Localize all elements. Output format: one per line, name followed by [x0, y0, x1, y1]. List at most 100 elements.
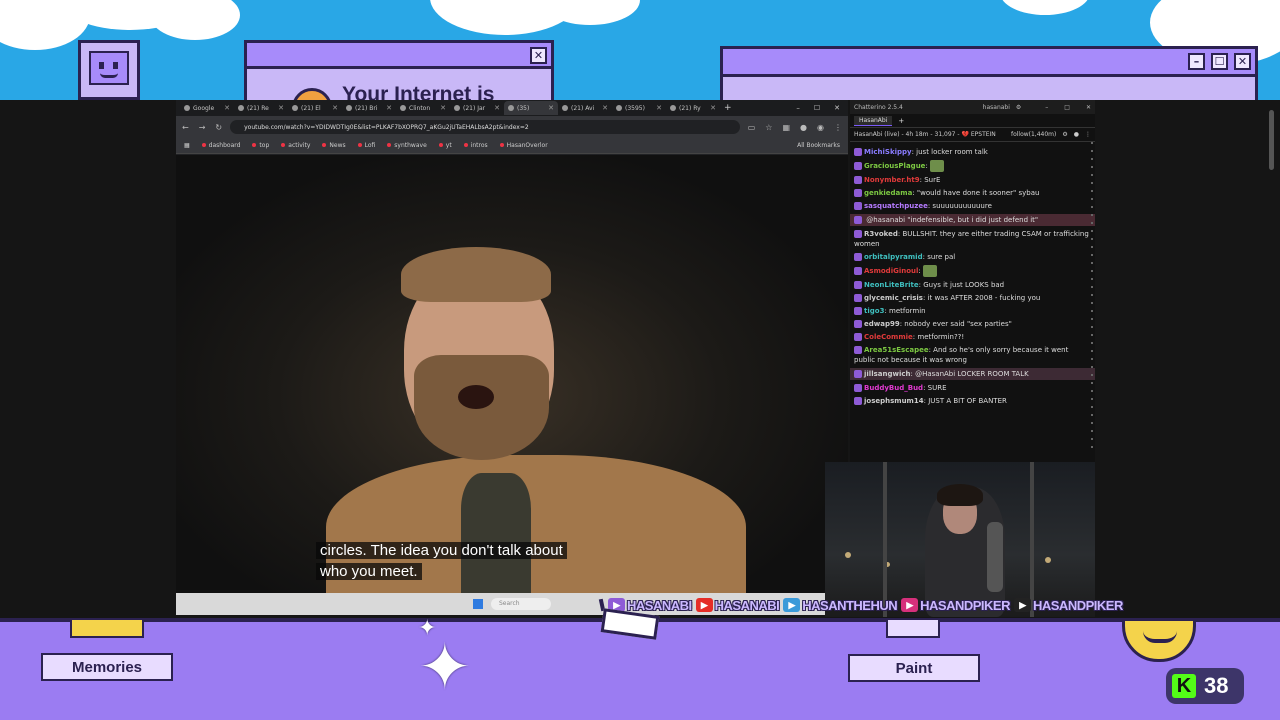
tab-close-icon[interactable]: ✕: [548, 104, 554, 112]
extension-icon[interactable]: ▦: [782, 123, 790, 132]
minimize-button[interactable]: –: [1045, 104, 1048, 111]
bookmark-item[interactable]: yt: [438, 142, 452, 149]
video-subject-hair: [401, 247, 551, 302]
bookmark-item[interactable]: HasanOverlor: [499, 142, 548, 149]
chat-username[interactable]: MichiSkippy: [864, 148, 912, 156]
viewers-icon[interactable]: ●: [1074, 131, 1079, 138]
kick-viewer-badge: K 38: [1166, 668, 1244, 704]
tab-close-icon[interactable]: ✕: [278, 104, 284, 112]
badge-icon: [854, 320, 862, 328]
browser-tab[interactable]: (21) Jar ✕: [450, 101, 504, 115]
maximize-button[interactable]: □: [1064, 104, 1070, 111]
maximize-button[interactable]: ☐: [814, 104, 820, 112]
paint-button[interactable]: Paint: [848, 654, 980, 682]
chat-username[interactable]: genkiedama: [864, 189, 912, 197]
tab-label: (21) Bri: [355, 104, 378, 112]
social-handle-text: HASANDPIKER: [920, 597, 1010, 613]
social-handle-instagram: ▶ HASANDPIKER: [901, 598, 1010, 613]
chat-username[interactable]: GraciousPlague: [864, 162, 925, 170]
bookmark-item[interactable]: intros: [463, 142, 488, 149]
bookmark-item[interactable]: Lofi: [357, 142, 375, 149]
chat-username[interactable]: Nonymber.ht9: [864, 176, 920, 184]
page-scrollbar[interactable]: [1269, 110, 1274, 170]
bookmark-icon: [281, 143, 286, 147]
back-icon[interactable]: ←: [182, 123, 189, 132]
chat-text: metformin: [889, 307, 926, 315]
browser-tab[interactable]: Clinton ✕: [396, 101, 450, 115]
tab-close-icon[interactable]: ✕: [440, 104, 446, 112]
chat-text: nobody ever said "sex parties": [904, 320, 1012, 328]
chat-username[interactable]: glycemic_crisis: [864, 294, 923, 302]
browser-tab[interactable]: Google ✕: [180, 101, 234, 115]
forward-icon[interactable]: →: [199, 123, 206, 132]
minimize-button[interactable]: –: [796, 104, 800, 112]
menu-icon[interactable]: ⋮: [1085, 131, 1091, 138]
tab-close-icon[interactable]: ✕: [710, 104, 716, 112]
chat-username[interactable]: ColeCommie: [864, 333, 913, 341]
browser-tab[interactable]: (3595) ✕: [612, 101, 666, 115]
chat-username[interactable]: AsmodiGinoul: [864, 267, 918, 275]
star-icon[interactable]: ☆: [765, 123, 772, 132]
chat-scrollbar[interactable]: [1091, 142, 1093, 452]
chat-username[interactable]: tigo3: [864, 307, 884, 315]
video-player[interactable]: circles. The idea you don't talk about w…: [176, 155, 848, 593]
chat-username[interactable]: sasquatchpuzee: [864, 202, 928, 210]
tab-hasanabi[interactable]: HasanAbi: [854, 115, 893, 126]
bookmark-item[interactable]: activity: [281, 142, 310, 149]
chat-user[interactable]: hasanabi: [983, 104, 1010, 111]
menu-icon[interactable]: ⋮: [834, 123, 842, 132]
add-tab-icon[interactable]: +: [898, 117, 904, 125]
bookmark-item[interactable]: News: [322, 142, 346, 149]
tab-close-icon[interactable]: ✕: [224, 104, 230, 112]
browser-tab[interactable]: (21) Avi ✕: [558, 101, 612, 115]
chat-username[interactable]: BuddyBud_Bud: [864, 384, 923, 392]
close-button[interactable]: ✕: [834, 104, 840, 112]
browser-tab[interactable]: (35) ✕: [504, 101, 558, 115]
chat-username[interactable]: Area51sEscapee: [864, 346, 929, 354]
bookmark-icon: [463, 143, 468, 147]
tab-favicon-icon: [454, 105, 460, 111]
close-button[interactable]: ✕: [1086, 104, 1091, 111]
chat-username[interactable]: jillsangwich: [864, 370, 910, 378]
bookmark-item[interactable]: dashboard: [201, 142, 240, 149]
tab-close-icon[interactable]: ✕: [332, 104, 338, 112]
chat-username[interactable]: orbitalpyramid: [864, 253, 923, 261]
profile-icon[interactable]: ◉: [817, 123, 824, 132]
cast-icon[interactable]: ▭: [748, 123, 756, 132]
bookmark-item[interactable]: top: [252, 142, 269, 149]
follow-status: follow(1,440m): [1010, 131, 1057, 138]
browser-tab[interactable]: (21) El ✕: [288, 101, 342, 115]
browser-tab[interactable]: (21) Ry ✕: [666, 101, 720, 115]
chat-message: ColeCommie: metformin??!: [854, 332, 1091, 342]
browser-tab[interactable]: (21) Bri ✕: [342, 101, 396, 115]
tab-close-icon[interactable]: ✕: [656, 104, 662, 112]
bookmark-item[interactable]: synthwave: [387, 142, 427, 149]
browser-window: Google ✕ (21) Re ✕ (21) El ✕ (21) Bri ✕ Clinton ✕…: [176, 100, 848, 615]
apps-icon[interactable]: ▦: [184, 142, 190, 149]
browser-tab[interactable]: (21) Re ✕: [234, 101, 288, 115]
social-handles-bar: ▶ HASANABI ▶ HASANABI ▶ HASANTHEHUN ▶ HASANDPIK…: [598, 594, 1123, 616]
tab-label: (21) Avi: [571, 104, 595, 112]
viewer-count: 38: [1204, 673, 1229, 698]
tab-close-icon[interactable]: ✕: [602, 104, 608, 112]
badge-icon: [854, 162, 862, 170]
tab-close-icon[interactable]: ✕: [386, 104, 392, 112]
tab-close-icon[interactable]: ✕: [494, 104, 500, 112]
taskbar-search[interactable]: Search: [491, 598, 551, 610]
chat-username[interactable]: R3voked: [864, 230, 898, 238]
chat-username[interactable]: edwap99: [864, 320, 900, 328]
chat-username[interactable]: josephsmum14: [864, 397, 924, 405]
settings-icon[interactable]: ⚙: [1016, 104, 1021, 111]
all-bookmarks-button[interactable]: All Bookmarks: [797, 142, 840, 149]
mod-icon[interactable]: ⚙: [1062, 131, 1067, 138]
reload-icon[interactable]: ↻: [215, 123, 222, 132]
windows-start-icon[interactable]: [473, 599, 483, 609]
extension-icon[interactable]: ●: [800, 123, 807, 132]
paint-app-icon: [886, 618, 940, 638]
internet-deco-window: ✕ Your Internet is: [244, 40, 554, 100]
new-tab-button[interactable]: +: [724, 103, 732, 113]
url-input[interactable]: youtube.com/watch?v=YDIDWDTIg0E&list=PLK…: [230, 120, 740, 134]
chat-text: sure pal: [927, 253, 956, 261]
chat-username[interactable]: NeonLiteBrite: [864, 281, 919, 289]
memories-button[interactable]: Memories: [41, 653, 173, 681]
